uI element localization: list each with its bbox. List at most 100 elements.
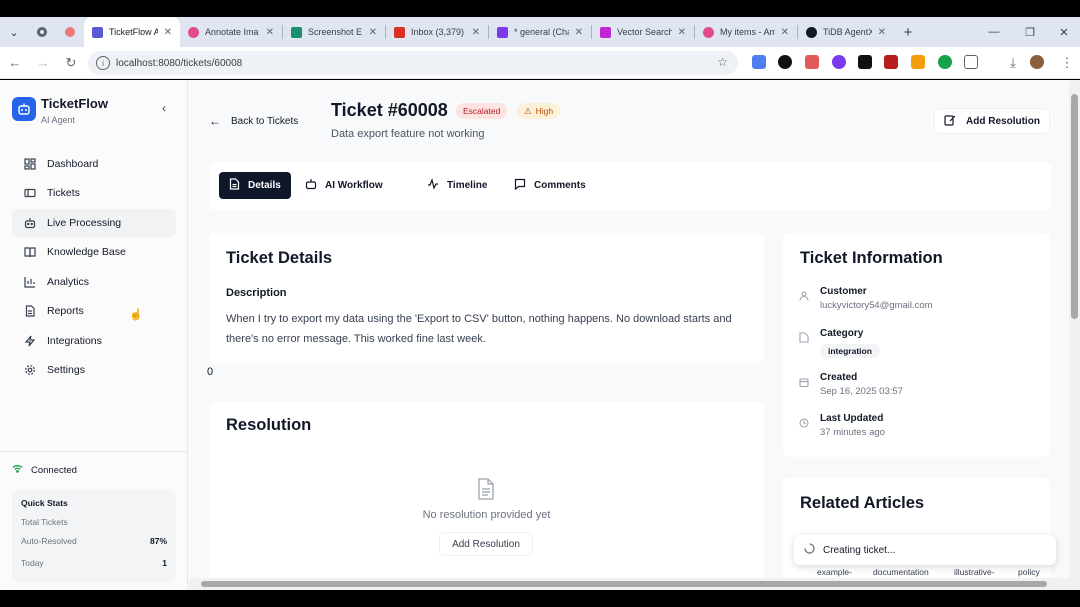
extension-icon[interactable] — [938, 55, 952, 69]
description-label: Description — [226, 287, 287, 299]
sidebar-divider — [0, 451, 188, 452]
info-last-updated: Last Updated 37 minutes ago — [799, 413, 885, 438]
pinned-tab-icon-2[interactable] — [56, 17, 84, 47]
browser-tab[interactable]: TiDB AgentX ✕ — [798, 17, 894, 47]
close-tab-icon[interactable]: ✕ — [878, 27, 886, 38]
reload-icon[interactable]: ↻ — [58, 50, 84, 76]
sidebar-item-analytics[interactable]: Analytics — [12, 268, 176, 296]
stat-label: Auto-Resolved — [21, 536, 77, 546]
extension-icon[interactable] — [884, 55, 898, 69]
tab-comments[interactable]: Comments — [504, 172, 596, 199]
avatar[interactable] — [1030, 55, 1044, 69]
extension-icon[interactable] — [805, 55, 819, 69]
activity-icon — [427, 178, 439, 193]
close-tab-icon[interactable]: ✕ — [164, 27, 172, 38]
stat-today: Today 1 — [21, 558, 167, 568]
restore-icon[interactable]: ❐ — [1012, 17, 1048, 47]
extension-icon[interactable] — [778, 55, 792, 69]
browser-tab[interactable]: Screenshot E ✕ — [283, 17, 385, 47]
minimize-icon[interactable]: — — [976, 17, 1012, 47]
status-badge: Escalated — [456, 103, 508, 119]
info-value: Sep 16, 2025 03:57 — [820, 386, 903, 397]
category-badge: integration — [820, 344, 880, 358]
document-icon — [229, 178, 240, 193]
tab-search-icon[interactable]: ⌄ — [0, 17, 28, 47]
vertical-scrollbar[interactable] — [1069, 80, 1080, 590]
add-resolution-button[interactable]: Add Resolution — [934, 108, 1050, 134]
info-label: Category — [820, 328, 864, 339]
empty-document-icon — [477, 478, 495, 503]
sidebar-item-settings[interactable]: Settings — [12, 356, 176, 384]
extension-icon[interactable] — [858, 55, 872, 69]
quick-stats-panel: Quick Stats Total Tickets Auto-Resolved … — [12, 490, 176, 582]
back-to-tickets-button[interactable]: ← Back to Tickets — [209, 109, 298, 133]
sidebar-item-knowledge-base[interactable]: Knowledge Base — [12, 238, 176, 266]
article-tag[interactable]: example- — [817, 567, 852, 577]
back-arrow-icon[interactable]: ← — [2, 50, 28, 76]
collapse-sidebar-icon[interactable]: ‹ — [162, 101, 166, 115]
browser-tab[interactable]: Annotate Ima ✕ — [180, 17, 282, 47]
url-text: localhost:8080/tickets/60008 — [116, 57, 243, 69]
address-bar[interactable]: i localhost:8080/tickets/60008 ☆ — [88, 51, 738, 75]
close-tab-icon[interactable]: ✕ — [781, 27, 789, 38]
tab-timeline[interactable]: Timeline — [417, 172, 498, 199]
add-resolution-label: Add Resolution — [966, 115, 1040, 127]
ticketflow-logo-icon — [12, 97, 36, 121]
warning-icon: ⚠ — [524, 105, 532, 116]
clock-icon — [799, 417, 813, 438]
download-icon[interactable]: ⤓ — [1000, 50, 1026, 76]
sidebar-item-live-processing[interactable]: Live Processing — [12, 209, 176, 237]
description-text: When I try to export my data using the '… — [226, 313, 732, 345]
sidebar-item-dashboard[interactable]: Dashboard — [12, 150, 176, 178]
connection-label: Connected — [31, 464, 77, 476]
horizontal-scrollbar[interactable] — [189, 578, 1069, 590]
browser-tab[interactable]: Inbox (3,379) ✕ — [386, 17, 488, 47]
chart-icon — [22, 274, 38, 290]
puzzle-extensions-icon[interactable] — [964, 55, 978, 69]
card-title: Ticket Details — [226, 249, 333, 267]
sidebar-item-label: Analytics — [47, 276, 90, 288]
close-tab-icon[interactable]: ✕ — [472, 27, 480, 38]
tab-bar: Details AI Workflow Timeline Comments — [209, 162, 1051, 210]
article-tag[interactable]: illustrative- — [954, 567, 995, 577]
article-tag[interactable]: documentation — [873, 567, 929, 577]
stat-value: 1 — [162, 558, 167, 568]
close-tab-icon[interactable]: ✕ — [678, 27, 686, 38]
browser-tab[interactable]: Vector Search ✕ — [592, 17, 694, 47]
extension-icon[interactable] — [911, 55, 925, 69]
browser-tab[interactable]: TicketFlow AI ✕ — [84, 17, 180, 47]
extension-icon[interactable] — [832, 55, 846, 69]
close-tab-icon[interactable]: ✕ — [575, 27, 583, 38]
sidebar-item-reports[interactable]: Reports — [12, 297, 176, 325]
stat-label: Total Tickets — [21, 517, 68, 527]
bookmark-star-icon[interactable]: ☆ — [717, 55, 728, 69]
scrollbar-thumb[interactable] — [1071, 94, 1078, 319]
new-tab-icon[interactable]: + — [894, 17, 922, 47]
close-tab-icon[interactable]: ✕ — [266, 27, 274, 38]
browser-tab[interactable]: My items - Am ✕ — [695, 17, 797, 47]
menu-kebab-icon[interactable]: ⋮ — [1054, 50, 1080, 76]
sidebar-item-integrations[interactable]: Integrations — [12, 327, 176, 355]
calendar-icon — [799, 376, 813, 397]
browser-tab-strip: ⌄ TicketFlow AI ✕ Annotate Ima ✕ Screens… — [0, 17, 1080, 47]
article-tag[interactable]: policy — [1018, 567, 1040, 577]
close-window-icon[interactable]: ✕ — [1046, 17, 1080, 47]
browser-tab[interactable]: * general (Cha ✕ — [489, 17, 591, 47]
scrollbar-thumb[interactable] — [201, 581, 1047, 587]
wifi-icon — [12, 464, 23, 476]
forward-arrow-icon[interactable]: → — [30, 50, 56, 76]
extension-icon[interactable] — [752, 55, 766, 69]
sidebar-item-label: Tickets — [47, 187, 80, 199]
pinned-tab-icon[interactable] — [28, 17, 56, 47]
add-resolution-empty-button[interactable]: Add Resolution — [439, 532, 533, 556]
info-created: Created Sep 16, 2025 03:57 — [799, 372, 903, 397]
tab-label: AI Workflow — [325, 180, 383, 191]
tab-ai-workflow[interactable]: AI Workflow — [295, 172, 393, 199]
page-title: Ticket #60008 — [331, 100, 448, 120]
close-tab-icon[interactable]: ✕ — [369, 27, 377, 38]
site-info-icon[interactable]: i — [96, 56, 110, 70]
tab-details[interactable]: Details — [219, 172, 291, 199]
top-letterbox — [0, 0, 1080, 17]
sidebar-item-label: Reports — [47, 305, 84, 317]
sidebar-item-tickets[interactable]: Tickets — [12, 179, 176, 207]
